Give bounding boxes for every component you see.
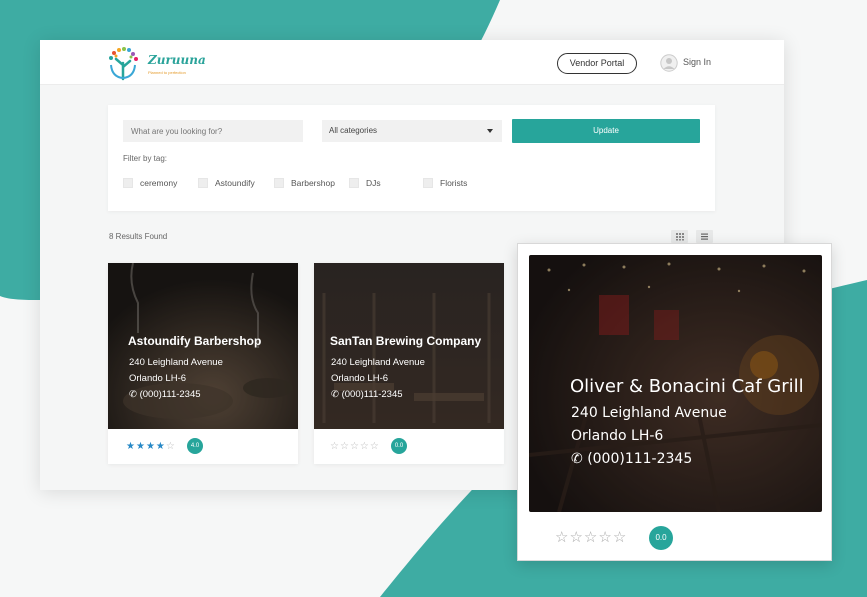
tag-checkbox-ceremony[interactable]: ceremony xyxy=(123,177,188,189)
update-button[interactable]: Update xyxy=(512,119,700,143)
chevron-down-icon xyxy=(487,129,493,133)
tag-label: Barbershop xyxy=(291,178,335,188)
star-empty-icon: ☆ xyxy=(349,441,360,452)
star-empty-icon: ☆ xyxy=(369,441,380,452)
tag-checkbox-astoundify[interactable]: Astoundify xyxy=(198,177,268,189)
logo-name: Zuruuna xyxy=(148,53,206,67)
phone-icon: ✆ xyxy=(571,451,583,467)
tag-label: DJs xyxy=(366,178,381,188)
listing-city: Orlando LH-6 xyxy=(129,373,187,384)
star-filled-icon: ★ xyxy=(155,441,166,452)
star-empty-icon: ☆ xyxy=(612,529,628,546)
filter-by-tag-label: Filter by tag: xyxy=(123,154,168,163)
tag-checkbox-djs[interactable]: DJs xyxy=(349,177,389,189)
rating-badge: 0.0 xyxy=(391,438,407,454)
top-navigation-bar: Zuruuna Planned to perfection Vendor Por… xyxy=(40,40,784,85)
checkbox-icon[interactable] xyxy=(423,178,433,188)
star-filled-icon: ★ xyxy=(126,441,136,452)
rating-badge: 0.0 xyxy=(649,526,673,550)
listing-photo: SanTan Brewing Company 240 Leighland Ave… xyxy=(314,263,504,429)
listing-city: Orlando LH-6 xyxy=(331,373,389,384)
featured-listing-photo: Oliver & Bonacini Caf Grill 240 Leighlan… xyxy=(529,255,822,512)
rating-badge: 4.0 xyxy=(187,438,203,454)
user-circle-icon[interactable] xyxy=(660,54,678,72)
list-view-icon[interactable] xyxy=(696,230,713,243)
category-select-value: All categories xyxy=(329,126,378,135)
tag-checkbox-barbershop[interactable]: Barbershop xyxy=(274,177,344,189)
results-count: 8 Results Found xyxy=(109,232,168,241)
star-empty-icon: ☆ xyxy=(165,441,176,452)
listing-title[interactable]: Astoundify Barbershop xyxy=(128,334,261,348)
vendor-portal-button[interactable]: Vendor Portal xyxy=(557,53,637,74)
sign-in-link[interactable]: Sign In xyxy=(683,57,711,67)
featured-listing-title[interactable]: Oliver & Bonacini Caf Grill xyxy=(570,376,804,397)
search-filter-panel: All categories Update Filter by tag: cer… xyxy=(108,105,715,211)
star-empty-icon: ☆ xyxy=(555,529,570,546)
listing-address: 240 Leighland Avenue xyxy=(331,357,425,368)
featured-listing-city: Orlando LH-6 xyxy=(571,428,664,444)
star-rating: ☆☆☆☆☆ xyxy=(555,528,627,546)
star-empty-icon: ☆ xyxy=(569,529,584,546)
logo-tagline: Planned to perfection xyxy=(148,70,186,75)
grid-view-icon[interactable] xyxy=(671,230,688,243)
tag-label: Florists xyxy=(440,178,468,188)
featured-listing-card[interactable]: Oliver & Bonacini Caf Grill 240 Leighlan… xyxy=(517,243,832,561)
star-filled-icon: ★ xyxy=(145,441,156,452)
listing-card[interactable]: SanTan Brewing Company 240 Leighland Ave… xyxy=(314,263,504,464)
phone-icon: ✆ xyxy=(129,389,137,400)
star-empty-icon: ☆ xyxy=(598,529,613,546)
star-rating: ☆☆☆☆☆ xyxy=(330,441,380,452)
checkbox-icon[interactable] xyxy=(274,178,284,188)
tag-label: Astoundify xyxy=(215,178,255,188)
star-rating: ★★★★☆ xyxy=(126,441,176,452)
star-filled-icon: ★ xyxy=(135,441,146,452)
category-select[interactable]: All categories xyxy=(322,120,502,142)
listing-title[interactable]: SanTan Brewing Company xyxy=(330,334,481,348)
featured-phone-row: ✆ (000)111-2345 xyxy=(571,451,692,467)
phone-icon: ✆ xyxy=(331,389,339,400)
listing-photo: Astoundify Barbershop 240 Leighland Aven… xyxy=(108,263,298,429)
tag-label: ceremony xyxy=(140,178,178,188)
star-empty-icon: ☆ xyxy=(330,441,340,452)
tag-checkbox-florists[interactable]: Florists xyxy=(423,177,483,189)
featured-listing-address: 240 Leighland Avenue xyxy=(571,405,727,421)
listing-phone: (000)111-2345 xyxy=(139,389,201,400)
listing-phone: (000)111-2345 xyxy=(341,389,403,400)
checkbox-icon[interactable] xyxy=(198,178,208,188)
checkbox-icon[interactable] xyxy=(123,178,133,188)
listing-address: 240 Leighland Avenue xyxy=(129,357,223,368)
star-empty-icon: ☆ xyxy=(359,441,370,452)
listing-card[interactable]: Astoundify Barbershop 240 Leighland Aven… xyxy=(108,263,298,464)
listing-phone-row: ✆ (000)111-2345 xyxy=(331,389,403,400)
checkbox-icon[interactable] xyxy=(349,178,359,188)
star-empty-icon: ☆ xyxy=(583,529,599,546)
star-empty-icon: ☆ xyxy=(339,441,350,452)
search-input[interactable] xyxy=(123,120,303,142)
listing-phone-row: ✆ (000)111-2345 xyxy=(129,389,201,400)
featured-listing-phone: (000)111-2345 xyxy=(587,451,693,467)
